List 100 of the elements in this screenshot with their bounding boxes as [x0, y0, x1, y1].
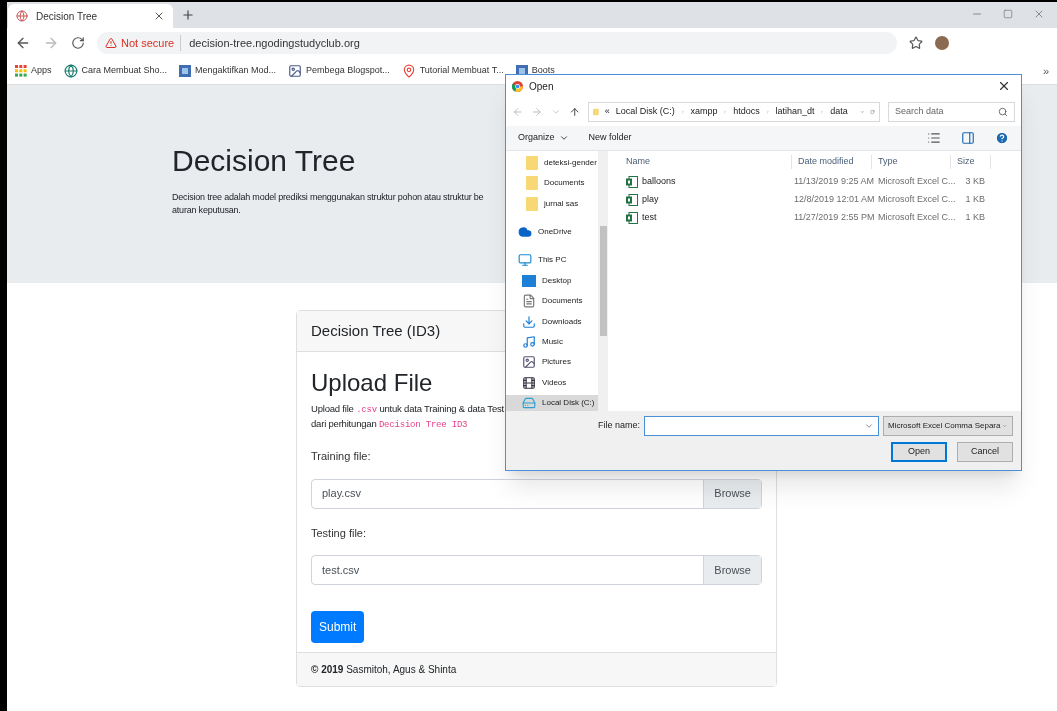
- apps-grid-icon: [15, 65, 27, 77]
- browse-button[interactable]: Browse: [703, 479, 761, 508]
- spreadsheet-file-icon: [626, 193, 638, 206]
- file-name-label: File name:: [598, 419, 641, 433]
- scrollbar[interactable]: [598, 150, 608, 412]
- picture-icon: [288, 64, 303, 78]
- column-header[interactable]: Name: [620, 155, 792, 169]
- nav-item[interactable]: Documents: [506, 293, 598, 310]
- bookmark-item[interactable]: Pembega Blogspot...: [288, 64, 390, 78]
- search-box[interactable]: Search data: [888, 101, 1015, 122]
- folder-icon: [526, 155, 538, 170]
- file-name: play: [642, 193, 659, 206]
- more-bookmarks[interactable]: »: [1042, 62, 1049, 80]
- browse-button[interactable]: Browse: [703, 556, 761, 584]
- path-segment[interactable]: htdocs: [733, 105, 760, 119]
- globe-icon: [63, 64, 78, 78]
- nav-item[interactable]: jurnal sas: [506, 195, 598, 212]
- column-header[interactable]: Size: [951, 155, 991, 169]
- preview-pane-icon[interactable]: [961, 130, 975, 145]
- file-name: balloons: [642, 175, 676, 188]
- field-label: Testing file:: [311, 525, 368, 541]
- folder-icon: [526, 196, 538, 211]
- back-icon[interactable]: [15, 35, 31, 51]
- cloud-icon: [518, 224, 532, 239]
- new-tab-icon[interactable]: [181, 8, 195, 22]
- search-icon: [998, 106, 1008, 117]
- folder-icon: [526, 176, 538, 191]
- chevron-icon: [723, 107, 728, 116]
- pictures-icon: [522, 355, 536, 370]
- path-segment[interactable]: xampp: [690, 105, 718, 119]
- chevron-icon: [680, 107, 685, 116]
- file-row[interactable]: balloons 11/13/2019 9:25 AM Microsoft Excel C... 3 KB: [620, 172, 1021, 191]
- maximize-icon[interactable]: [1003, 9, 1013, 19]
- card-title: Decision Tree (ID3): [311, 320, 441, 341]
- nav-item[interactable]: Local Disk (C:): [506, 395, 598, 412]
- page-heading: Decision Tree: [172, 143, 356, 179]
- nav-item[interactable]: Documents: [506, 175, 598, 192]
- url-text: decision-tree.ngodingstudyclub.org: [188, 35, 360, 51]
- user-avatar-icon[interactable]: [935, 36, 949, 50]
- search-field[interactable]: Search data: [895, 105, 998, 119]
- film-icon: [522, 375, 536, 390]
- nav-item[interactable]: This PC: [506, 252, 598, 269]
- file-name: test.csv: [321, 562, 361, 578]
- close-icon[interactable]: [153, 10, 165, 22]
- intro-paragraph: Decision tree adalah model prediksi menggunakan struktur pohon atau struktur be aturan keputusan.: [172, 191, 484, 217]
- spreadsheet-file-icon: [626, 175, 638, 188]
- bookmark-star-icon[interactable]: [909, 36, 923, 50]
- music-note-icon: [522, 334, 536, 349]
- nav-item[interactable]: Desktop: [506, 272, 598, 289]
- file-name: play.csv: [321, 486, 362, 502]
- bookmark-item[interactable]: Mengaktifkan Mod...: [179, 64, 277, 78]
- nav-item[interactable]: Videos: [506, 374, 598, 391]
- file-name: test: [642, 211, 657, 224]
- dialog-title: Open: [529, 79, 555, 94]
- dialog-button[interactable]: Cancel: [957, 442, 1013, 463]
- path-segment[interactable]: data: [830, 105, 848, 119]
- file-date: 11/27/2019 2:55 PM: [793, 211, 872, 224]
- bookmark-item[interactable]: Tutorial Membuat T...: [401, 64, 504, 78]
- path-segment[interactable]: latihan_dt: [775, 105, 815, 119]
- help-icon[interactable]: [995, 130, 1009, 145]
- file-row[interactable]: test 11/27/2019 2:55 PM Microsoft Excel C... 1 KB: [620, 208, 1021, 227]
- new-folder-button[interactable]: New folder: [588, 131, 632, 145]
- browser-tab[interactable]: Decision Tree: [8, 4, 173, 28]
- document-icon: [522, 294, 536, 309]
- file-date: 11/13/2019 9:25 AM: [793, 175, 872, 188]
- close-window-icon[interactable]: [1033, 8, 1045, 20]
- warning-icon: [105, 37, 117, 49]
- forward-icon[interactable]: [531, 105, 543, 118]
- browser-logo-icon: [512, 80, 523, 92]
- path-segment[interactable]: Local Disk (C:): [615, 105, 675, 119]
- file-row[interactable]: play 12/8/2019 12:01 AM Microsoft Excel C... 1 KB: [620, 190, 1021, 209]
- file-type-select[interactable]: Microsoft Excel Comma Separa: [883, 416, 1013, 437]
- upload-description: Upload file .csv untuk data Training & data Test dari perhitungan Decision Tree ID3: [311, 402, 504, 432]
- column-header[interactable]: Type: [872, 155, 951, 169]
- organize-menu[interactable]: Organize: [518, 131, 569, 145]
- reload-icon[interactable]: [71, 36, 85, 50]
- address-bar[interactable]: Not secure decision-tree.ngodingstudyclub.org: [97, 32, 897, 54]
- path-segment[interactable]: «: [604, 105, 610, 119]
- bookmark-item[interactable]: Apps: [15, 64, 52, 78]
- nav-item[interactable]: Music: [506, 333, 598, 350]
- dialog-button[interactable]: Open: [891, 442, 947, 463]
- nav-item[interactable]: OneDrive: [506, 223, 598, 240]
- nav-item[interactable]: deteksi-gender: [506, 154, 598, 171]
- view-options-icon[interactable]: [927, 130, 941, 145]
- column-header[interactable]: Date modified: [792, 155, 872, 169]
- file-input[interactable]: play.csv Browse: [311, 478, 762, 509]
- download-icon: [522, 314, 536, 329]
- chevron-icon: [820, 107, 825, 116]
- submit-button[interactable]: Submit: [311, 611, 365, 643]
- bookmark-item[interactable]: Cara Membuat Sho...: [63, 64, 168, 78]
- forward-icon[interactable]: [43, 35, 59, 51]
- file-input[interactable]: test.csv Browse: [311, 555, 762, 585]
- field-label: Training file:: [311, 449, 372, 464]
- pin-icon: [401, 64, 416, 78]
- file-name-field[interactable]: [644, 416, 879, 437]
- up-folder-icon[interactable]: [568, 105, 581, 118]
- path-bar[interactable]: « Local Disk (C:) xampp htdocs latihan_dt data: [588, 101, 881, 122]
- nav-item[interactable]: Downloads: [506, 313, 598, 330]
- favicon-icon: [16, 10, 28, 22]
- nav-item[interactable]: Pictures: [506, 354, 598, 371]
